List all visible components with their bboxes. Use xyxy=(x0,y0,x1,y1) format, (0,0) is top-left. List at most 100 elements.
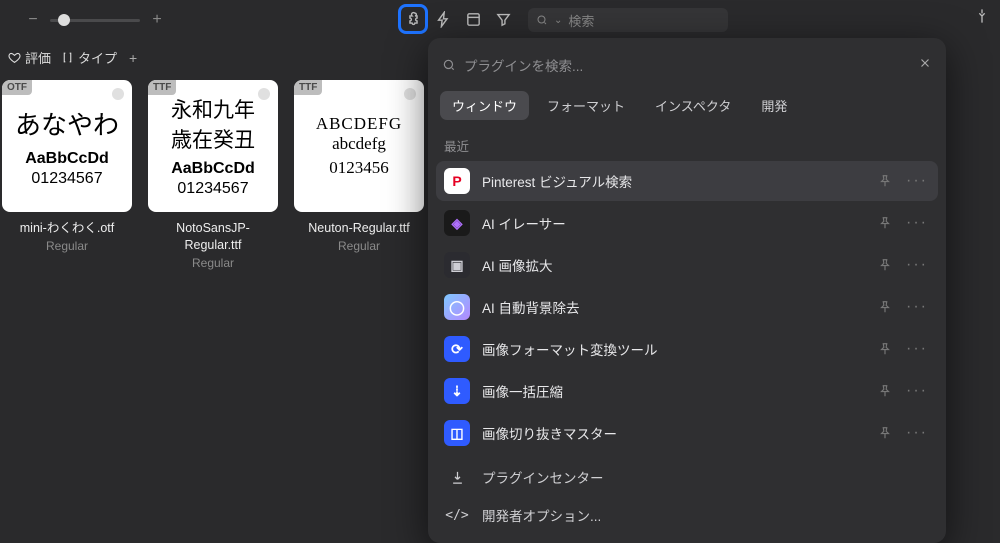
filter-type-label: タイプ xyxy=(78,48,117,67)
pin-icon[interactable] xyxy=(878,216,892,230)
dev-options-link[interactable]: </> 開発者オプション... xyxy=(436,497,938,533)
font-badge: OTF xyxy=(2,80,32,95)
toolbar-icon-group xyxy=(400,6,516,32)
plugin-item-icon: ◈ xyxy=(444,210,470,236)
plugin-item-icon: ⟳ xyxy=(444,336,470,362)
font-badge: TTF xyxy=(294,80,322,95)
plugin-item-label: AI 画像拡大 xyxy=(482,255,866,275)
plugin-item-icon: ◫ xyxy=(444,420,470,446)
search-icon xyxy=(442,58,456,72)
plugin-item[interactable]: ⇣ 画像一括圧縮 ··· xyxy=(436,371,938,411)
tab-inspector[interactable]: インスペクタ xyxy=(643,91,743,120)
code-icon: </> xyxy=(444,508,470,523)
plugin-center-label: プラグインセンター xyxy=(482,467,604,487)
plugin-item-label: 画像一括圧縮 xyxy=(482,381,866,401)
font-badge: TTF xyxy=(148,80,176,95)
plugin-icon[interactable] xyxy=(400,6,426,32)
pin-corner-icon[interactable] xyxy=(974,8,990,27)
font-style: Regular xyxy=(192,256,234,270)
pin-icon[interactable] xyxy=(878,384,892,398)
plugin-item[interactable]: P Pinterest ビジュアル検索 ··· xyxy=(436,161,938,201)
preview-line: 0123456 xyxy=(329,158,389,178)
filter-row: 評価 タイプ + xyxy=(8,48,137,67)
select-dot[interactable] xyxy=(404,88,416,100)
plugin-item-label: AI 自動背景除去 xyxy=(482,297,866,317)
lightning-icon[interactable] xyxy=(430,6,456,32)
plugin-list: P Pinterest ビジュアル検索 ··· ◈ AI イレーサー ··· ▣… xyxy=(428,161,946,453)
plugin-item-icon: P xyxy=(444,168,470,194)
zoom-track[interactable] xyxy=(50,19,140,22)
select-dot[interactable] xyxy=(112,88,124,100)
more-icon[interactable]: ··· xyxy=(904,382,930,400)
more-icon[interactable]: ··· xyxy=(904,214,930,232)
font-filename: Neuton-Regular.ttf xyxy=(308,220,409,237)
plugin-item-icon: ▣ xyxy=(444,252,470,278)
preview-line: 01234567 xyxy=(31,170,102,188)
more-icon[interactable]: ··· xyxy=(904,424,930,442)
font-thumb[interactable]: OTF あなやわ AaBbCcDd 01234567 mini-わくわく.otf… xyxy=(0,80,134,270)
panel-footer: プラグインセンター </> 開発者オプション... xyxy=(428,453,946,535)
zoom-minus-icon[interactable]: − xyxy=(26,11,40,29)
plugin-item[interactable]: ▣ AI 画像拡大 ··· xyxy=(436,245,938,285)
pin-icon[interactable] xyxy=(878,174,892,188)
plugin-item[interactable]: ◫ 画像切り抜きマスター ··· xyxy=(436,413,938,453)
font-thumbnails: OTF あなやわ AaBbCcDd 01234567 mini-わくわく.otf… xyxy=(0,80,426,270)
font-filename: mini-わくわく.otf xyxy=(20,220,114,237)
layout-icon[interactable] xyxy=(460,6,486,32)
plugin-item-label: 画像フォーマット変換ツール xyxy=(482,339,866,359)
pin-icon[interactable] xyxy=(878,300,892,314)
font-card[interactable]: TTF ABCDEFG abcdefg 0123456 xyxy=(294,80,424,212)
zoom-plus-icon[interactable]: + xyxy=(150,11,164,29)
select-dot[interactable] xyxy=(258,88,270,100)
preview-line: abcdefg xyxy=(332,134,386,154)
toolbar-search[interactable]: ⌄ 検索 xyxy=(528,8,728,32)
search-chevron-icon: ⌄ xyxy=(554,15,562,26)
preview-line: あなやわ xyxy=(15,105,119,142)
close-button[interactable] xyxy=(914,52,936,77)
tab-window[interactable]: ウィンドウ xyxy=(440,91,529,120)
search-icon xyxy=(536,14,548,26)
more-icon[interactable]: ··· xyxy=(904,340,930,358)
tab-format[interactable]: フォーマット xyxy=(535,91,637,120)
pin-icon[interactable] xyxy=(878,426,892,440)
plugin-item-icon: ⇣ xyxy=(444,378,470,404)
plugin-item[interactable]: ⟳ 画像フォーマット変換ツール ··· xyxy=(436,329,938,369)
plugin-panel: プラグインを検索... ウィンドウ フォーマット インスペクタ 開発 最近 P … xyxy=(428,38,946,543)
font-style: Regular xyxy=(338,239,380,253)
tab-dev[interactable]: 開発 xyxy=(749,91,799,120)
brackets-icon xyxy=(61,51,74,64)
dev-options-label: 開発者オプション... xyxy=(482,505,601,525)
font-card[interactable]: TTF 永和九年 歳在癸丑 AaBbCcDd 01234567 xyxy=(148,80,278,212)
font-style: Regular xyxy=(46,239,88,253)
preview-line: AaBbCcDd xyxy=(25,150,109,168)
filter-icon[interactable] xyxy=(490,6,516,32)
preview-line: AaBbCcDd xyxy=(171,160,255,178)
download-icon xyxy=(444,470,470,485)
font-thumb[interactable]: TTF 永和九年 歳在癸丑 AaBbCcDd 01234567 NotoSans… xyxy=(146,80,280,270)
plugin-center-link[interactable]: プラグインセンター xyxy=(436,459,938,495)
filter-rating-label: 評価 xyxy=(25,48,51,67)
filter-type[interactable]: タイプ xyxy=(61,48,117,67)
zoom-knob[interactable] xyxy=(58,14,70,26)
preview-line: ABCDEFG xyxy=(316,114,402,134)
preview-line: 永和九年 xyxy=(171,94,255,124)
font-card[interactable]: OTF あなやわ AaBbCcDd 01234567 xyxy=(2,80,132,212)
filter-add-icon[interactable]: + xyxy=(129,50,137,66)
more-icon[interactable]: ··· xyxy=(904,298,930,316)
font-thumb[interactable]: TTF ABCDEFG abcdefg 0123456 Neuton-Regul… xyxy=(292,80,426,270)
preview-line: 歳在癸丑 xyxy=(171,124,255,154)
plugin-search[interactable]: プラグインを検索... xyxy=(442,55,914,75)
close-icon xyxy=(918,56,932,70)
pin-icon[interactable] xyxy=(878,342,892,356)
zoom-slider[interactable]: − + xyxy=(26,11,164,29)
plugin-item-label: Pinterest ビジュアル検索 xyxy=(482,171,866,191)
plugin-item[interactable]: ◯ AI 自動背景除去 ··· xyxy=(436,287,938,327)
filter-rating[interactable]: 評価 xyxy=(8,48,51,67)
plugin-item[interactable]: ◈ AI イレーサー ··· xyxy=(436,203,938,243)
plugin-item-icon: ◯ xyxy=(444,294,470,320)
more-icon[interactable]: ··· xyxy=(904,256,930,274)
toolbar-search-placeholder: 検索 xyxy=(568,11,594,30)
more-icon[interactable]: ··· xyxy=(904,172,930,190)
panel-tabs: ウィンドウ フォーマット インスペクタ 開発 xyxy=(428,87,946,130)
pin-icon[interactable] xyxy=(878,258,892,272)
